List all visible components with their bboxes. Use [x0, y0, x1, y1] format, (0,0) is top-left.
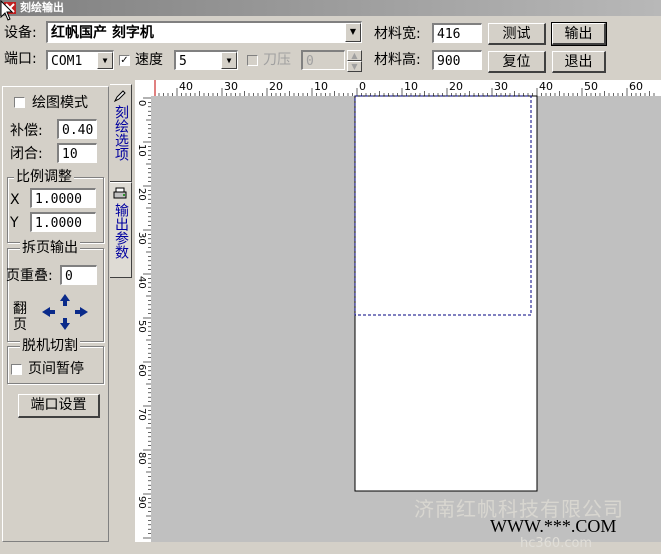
paging-group-title: 拆页输出	[20, 239, 80, 257]
exit-button[interactable]: 退出	[552, 51, 606, 73]
plot-mode-checkbox[interactable]	[14, 97, 25, 108]
compensation-field[interactable]: 0.40	[57, 119, 97, 139]
y-scale-label: Y	[10, 215, 19, 231]
speed-select[interactable]: 5 ▼	[174, 50, 238, 70]
ruler-label: 80	[136, 452, 147, 465]
port-select-value: COM1	[51, 54, 83, 69]
material-sheet	[354, 95, 538, 492]
ruler-label: 40	[539, 80, 553, 93]
flip-page-arrows-icon[interactable]	[40, 292, 90, 332]
chevron-down-icon[interactable]: ▼	[97, 52, 113, 69]
page-pause-checkbox[interactable]	[11, 364, 22, 375]
device-select-value: 红帆国产 刻字机	[51, 25, 154, 41]
title-bar: 刻绘输出	[0, 0, 661, 16]
speed-select-value: 5	[179, 54, 187, 69]
watermark-faint: hc360.com	[520, 536, 593, 551]
scale-group	[7, 177, 104, 243]
device-label: 设备:	[4, 25, 37, 41]
ruler-label: 20	[269, 80, 283, 93]
pen-icon	[113, 89, 127, 107]
ruler-label: 30	[494, 80, 508, 93]
ruler-label: 30	[224, 80, 238, 93]
closure-field[interactable]: 10	[57, 143, 97, 163]
offline-group-title: 脱机切割	[20, 337, 80, 355]
reset-button[interactable]: 复位	[488, 51, 546, 73]
closure-label: 闭合:	[10, 146, 43, 162]
material-width-label: 材料宽:	[374, 26, 421, 42]
ruler-label: 90	[136, 496, 147, 509]
x-scale-field[interactable]: 1.0000	[30, 188, 96, 208]
ruler-label: 40	[136, 276, 147, 289]
ruler-label: 0	[359, 80, 366, 93]
output-button[interactable]: 输出	[551, 22, 607, 46]
mouse-cursor-icon	[0, 0, 14, 21]
ruler-label: 70	[136, 408, 147, 421]
ruler-label: 40	[179, 80, 193, 93]
material-height-field[interactable]: 900	[432, 50, 482, 70]
x-scale-label: X	[10, 192, 20, 208]
ruler-label: 10	[404, 80, 418, 93]
ruler-label: 50	[136, 320, 147, 333]
pressure-field[interactable]: 0	[301, 50, 345, 70]
pressure-checkbox[interactable]	[247, 55, 258, 66]
window-title: 刻绘输出	[20, 1, 64, 14]
port-settings-button[interactable]: 端口设置	[18, 394, 100, 418]
compensation-label: 补偿:	[10, 123, 43, 139]
port-select[interactable]: COM1 ▼	[46, 50, 114, 70]
tab-engrave-options[interactable]: 刻绘选项	[110, 84, 132, 182]
ruler-label: 20	[136, 188, 147, 201]
ruler-label: 10	[314, 80, 328, 93]
flip-page-label: 翻页	[13, 301, 27, 333]
overlap-field[interactable]: 0	[60, 265, 97, 285]
chevron-down-icon[interactable]: ▼	[345, 23, 361, 42]
material-height-label: 材料高:	[374, 52, 421, 68]
ruler-label: 60	[629, 80, 643, 93]
ruler-label: 10	[136, 144, 147, 157]
pressure-label: 刀压	[263, 52, 291, 68]
preview-svg: 40 30 20 10 0 10 20 30 40 50 60 0 10 20 30 40 50 60 70 80 9…	[135, 80, 661, 542]
tab-output-params-label: 输出参数	[113, 203, 129, 259]
printer-icon	[113, 187, 127, 205]
watermark-site: WWW.***.COM	[490, 516, 617, 536]
pressure-spinner[interactable]: ▲ ▼	[347, 50, 362, 72]
port-label: 端口:	[4, 51, 37, 67]
ruler-label: 60	[136, 364, 147, 377]
preview-canvas[interactable]: 40 30 20 10 0 10 20 30 40 50 60 0 10 20 30 40 50 60 70 80 9…	[135, 80, 661, 542]
ruler-label: 50	[584, 80, 598, 93]
speed-checkbox[interactable]: ✓	[119, 55, 130, 66]
chevron-down-icon[interactable]: ▼	[347, 61, 362, 72]
tab-engrave-options-label: 刻绘选项	[113, 105, 129, 161]
device-select[interactable]: 红帆国产 刻字机 ▼	[46, 21, 362, 43]
plot-mode-label: 绘图模式	[32, 95, 88, 111]
page-pause-label: 页间暂停	[28, 361, 84, 377]
chevron-down-icon[interactable]: ▼	[221, 52, 237, 69]
y-scale-field[interactable]: 1.0000	[30, 212, 96, 232]
ruler-label: 20	[449, 80, 463, 93]
overlap-label: 页重叠:	[6, 268, 53, 284]
ruler-label: 30	[136, 232, 147, 245]
speed-label: 速度	[135, 52, 163, 68]
chevron-up-icon[interactable]: ▲	[347, 50, 362, 61]
test-button[interactable]: 测试	[488, 23, 546, 45]
material-width-field[interactable]: 416	[432, 23, 482, 43]
scale-group-title: 比例调整	[14, 168, 74, 186]
tab-output-params[interactable]: 输出参数	[110, 182, 132, 278]
ruler-label: 0	[136, 100, 147, 106]
